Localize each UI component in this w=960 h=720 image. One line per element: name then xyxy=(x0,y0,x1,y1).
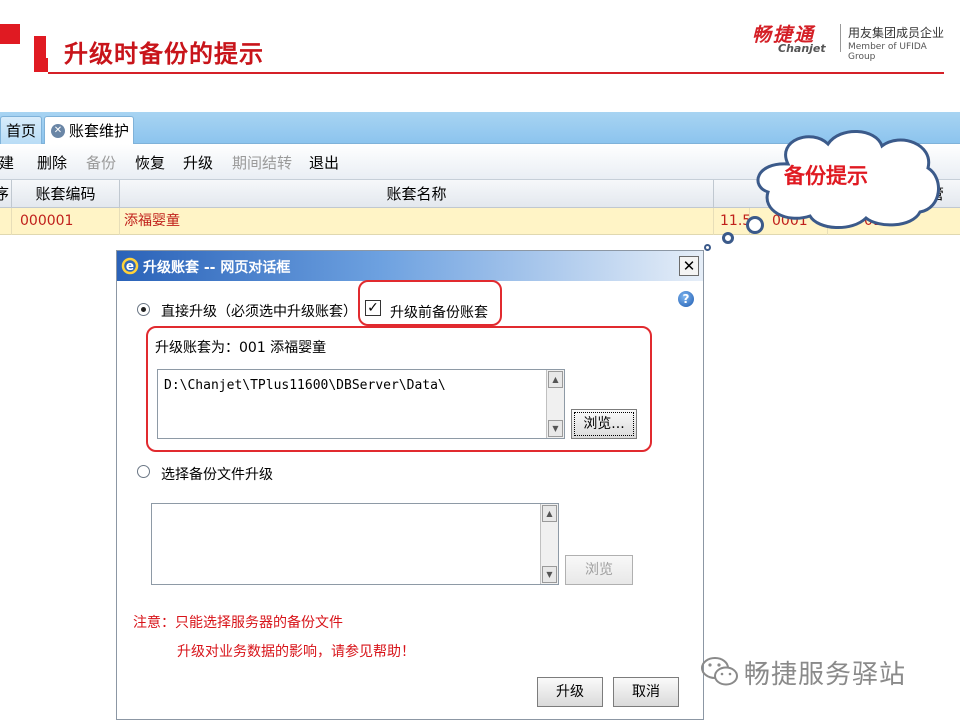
row-name-cell: 添福婴童 xyxy=(120,208,714,235)
restore-button[interactable]: 恢复 xyxy=(135,152,165,173)
backup-button[interactable]: 备份 xyxy=(86,152,116,173)
logo-english: Chanjet xyxy=(778,42,826,55)
help-icon[interactable]: ? xyxy=(678,291,694,307)
upgrade-button[interactable]: 升级 xyxy=(183,152,213,173)
callout-text: 备份提示 xyxy=(784,164,868,188)
browse-file-button[interactable]: 浏览 xyxy=(565,555,633,585)
radio-direct-upgrade-label: 直接升级（必须选中升级账套） xyxy=(161,304,357,320)
cancel-button[interactable]: 取消 xyxy=(613,677,679,707)
backup-path-highlight xyxy=(146,326,652,452)
radio-direct-upgrade[interactable] xyxy=(137,303,150,316)
title-divider xyxy=(48,72,944,74)
delete-button[interactable]: 删除 xyxy=(37,152,67,173)
close-icon[interactable]: ✕ xyxy=(51,124,65,138)
upgrade-confirm-button[interactable]: 升级 xyxy=(537,677,603,707)
backup-file-scrollbar[interactable]: ▲ ▼ xyxy=(540,504,558,584)
col-header-code[interactable]: 账套编码 xyxy=(12,180,120,208)
brand-logo: 畅捷通 Chanjet 用友集团成员企业 Member of UFIDA Gro… xyxy=(752,20,952,62)
note-line-2: 升级对业务数据的影响，请参见帮助！ xyxy=(177,644,415,660)
tab-home[interactable]: 首页 xyxy=(0,116,42,144)
backup-hint-callout: 备份提示 xyxy=(748,124,944,232)
logo-member-text: Member of UFIDA Group xyxy=(848,42,927,62)
new-button[interactable]: 新建 xyxy=(0,152,14,173)
dialog-close-button[interactable]: ✕ xyxy=(679,256,699,276)
col-header-index[interactable]: 序号 xyxy=(0,180,12,231)
row-index-cell xyxy=(0,208,12,235)
tab-account-label: 账套维护 xyxy=(69,122,130,140)
scroll-down-icon[interactable]: ▼ xyxy=(542,566,557,583)
callout-bubble-2 xyxy=(722,232,734,244)
exit-button[interactable]: 退出 xyxy=(309,152,339,173)
logo-group-text: 用友集团成员企业 xyxy=(848,26,945,40)
note-line-1: 注意：只能选择服务器的备份文件 xyxy=(133,615,343,631)
col-header-name[interactable]: 账套名称 xyxy=(120,180,714,208)
backup-checkbox-highlight xyxy=(358,280,502,326)
row-version-cell: 11.5 xyxy=(714,208,750,235)
dialog-title: 升级账套 -- 网页对话框 xyxy=(143,260,291,276)
ie-icon: e xyxy=(121,257,139,275)
row-code-cell: 000001 xyxy=(12,208,120,235)
watermark-text: 畅捷服务驿站 xyxy=(744,660,907,690)
decor-square-2 xyxy=(34,36,46,58)
slide-title: 升级时备份的提示 xyxy=(64,40,264,68)
decor-square-3 xyxy=(34,58,48,72)
callout-bubble-1 xyxy=(746,216,764,234)
radio-select-backup-file-label: 选择备份文件升级 xyxy=(161,467,273,483)
period-carryover-button[interactable]: 期间结转 xyxy=(232,152,292,173)
tab-account-maintenance[interactable]: ✕ 账套维护 xyxy=(44,116,134,144)
backup-file-field[interactable]: ▲ ▼ xyxy=(151,503,559,585)
svg-text:e: e xyxy=(126,259,134,273)
dialog-titlebar[interactable]: e 升级账套 -- 网页对话框 ✕ xyxy=(117,251,703,281)
radio-select-backup-file[interactable] xyxy=(137,465,150,478)
scroll-up-icon[interactable]: ▲ xyxy=(542,505,557,522)
wechat-icon xyxy=(701,657,738,686)
decor-square-1 xyxy=(0,24,20,44)
callout-bubble-3 xyxy=(704,244,711,251)
logo-separator xyxy=(840,24,841,52)
